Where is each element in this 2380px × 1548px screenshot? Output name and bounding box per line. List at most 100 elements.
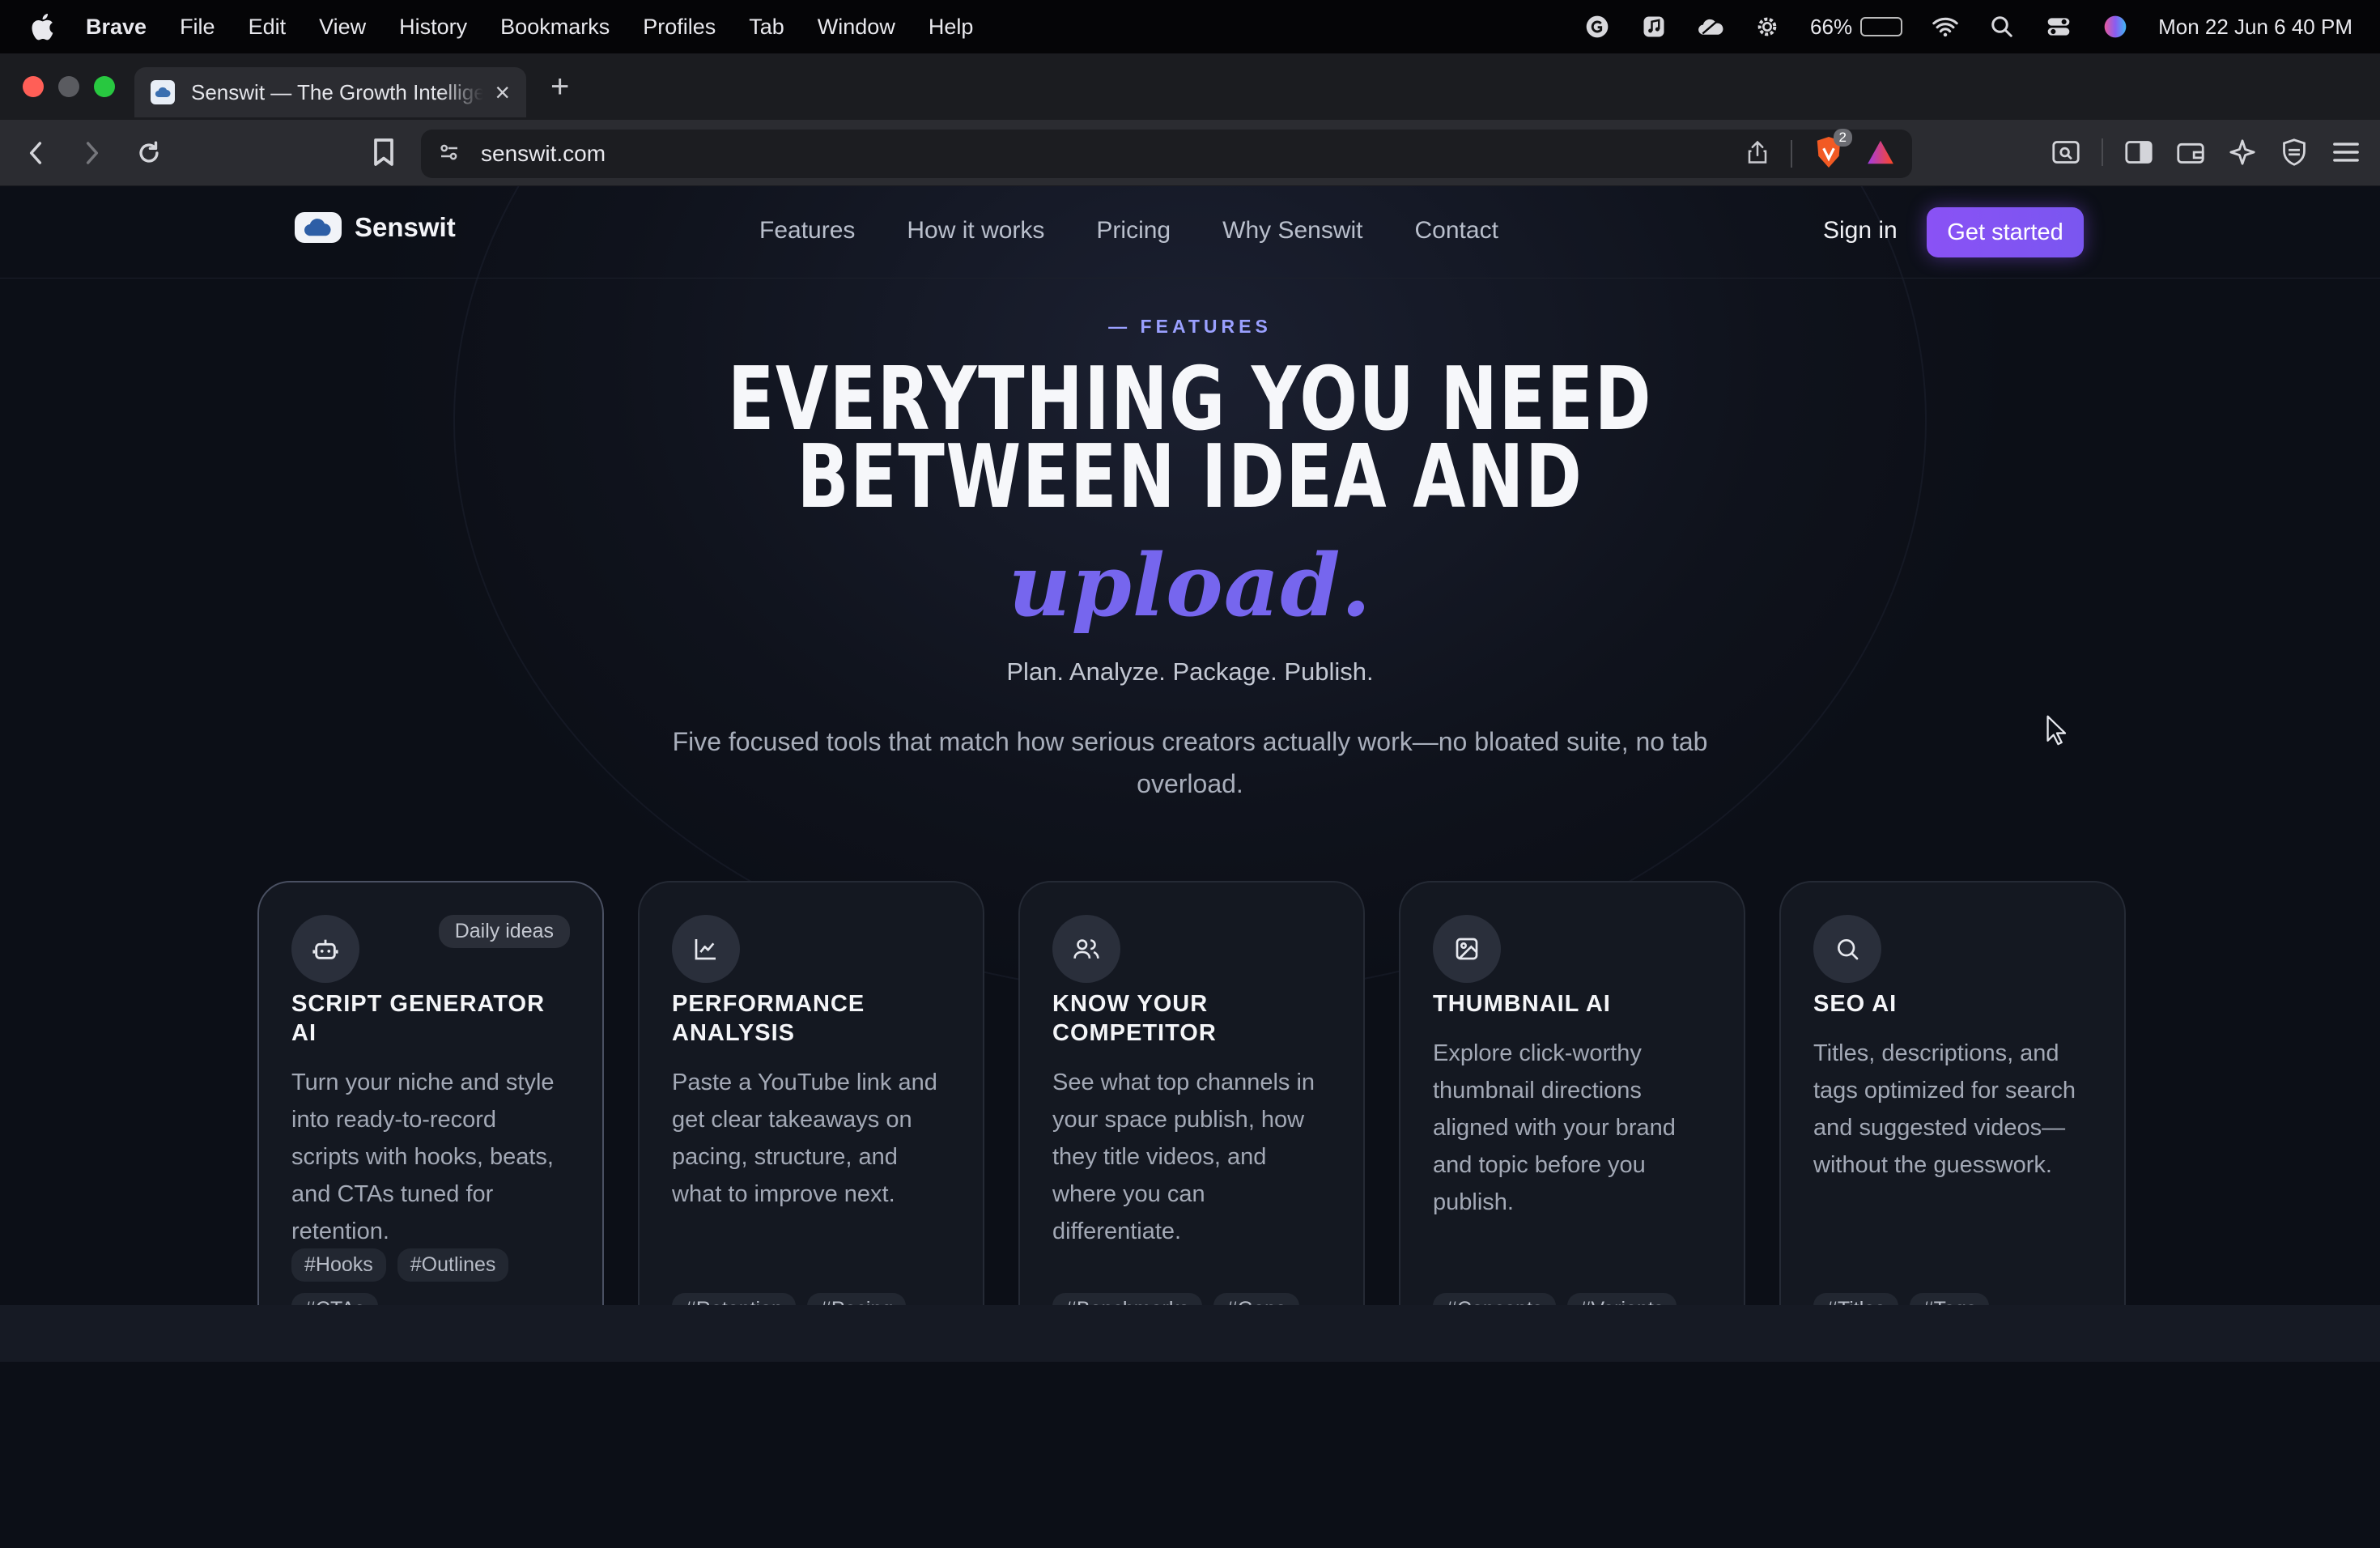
bookmark-icon[interactable] [368,136,400,172]
feature-cards: Daily ideas Script Generator AI Turn you… [257,881,2126,1359]
tag: #Outlines [397,1248,509,1282]
leo-search-icon[interactable] [2050,136,2082,168]
browser-toolbar: senswit.com 2 [0,120,2380,186]
menu-edit[interactable]: Edit [249,15,287,40]
nav-link-contact[interactable]: Contact [1415,217,1498,245]
card-body: Explore click-worthy thumbnail direction… [1433,1040,1676,1215]
menu-help[interactable]: Help [929,15,974,40]
feature-card-thumbnail-ai[interactable]: Thumbnail AI Explore click-worthy thumbn… [1399,881,1745,1359]
robot-icon [291,915,359,983]
mouse-cursor-icon [2046,715,2067,746]
menu-profiles[interactable]: Profiles [643,15,716,40]
shield-count-badge: 2 [1833,128,1852,147]
line-chart-icon [672,915,740,983]
control-center-icon[interactable] [2045,13,2072,40]
sign-in-link[interactable]: Sign in [1823,217,1898,245]
card-body: See what top channels in your space publ… [1052,1070,1315,1244]
navigation-buttons [19,137,165,169]
cloud-icon[interactable] [1697,13,1724,40]
card-title: Performance Analysis [672,991,865,1046]
menu-view[interactable]: View [319,15,366,40]
browser-tab[interactable]: Senswit — The Growth Intelligence × [134,67,526,117]
hero-headline: EVERYTHING YOU NEED BETWEEN IDEA AND [261,356,2118,528]
hero-tagline: Plan. Analyze. Package. Publish. [1006,657,1374,686]
brand-name: Senswit [355,212,456,242]
site-nav-links: Features How it works Pricing Why Senswi… [759,217,1498,245]
macos-menubar: Brave File Edit View History Bookmarks P… [0,0,2380,53]
hamburger-menu-icon[interactable] [2330,136,2362,168]
site-settings-icon[interactable] [437,140,461,168]
address-bar-actions: 2 [1745,128,1896,173]
share-icon[interactable] [1745,138,1770,170]
grammarly-icon[interactable] [1583,13,1611,40]
daily-ideas-badge: Daily ideas [438,915,570,948]
url-text[interactable]: senswit.com [481,141,606,167]
next-section-band [0,1305,2380,1362]
close-window-button[interactable] [23,76,44,97]
browser-tab-strip: Senswit — The Growth Intelligence × + [0,53,2380,120]
new-tab-button[interactable]: + [550,69,569,105]
app-menu: Brave File Edit View History Bookmarks P… [86,15,1006,40]
feature-card-know-your-competitor[interactable]: Know Your Competitor See what top channe… [1018,881,1365,1359]
zoom-window-button[interactable] [94,76,115,97]
vpn-icon[interactable] [2278,136,2310,168]
menu-tab[interactable]: Tab [749,15,784,40]
brand-logo[interactable]: Senswit [295,212,456,243]
battery-percent: 66% [1810,14,1853,39]
forward-arrow-icon[interactable] [76,137,108,169]
divider [1791,140,1792,168]
hero-description: Five focused tools that match how seriou… [672,727,1708,798]
users-icon [1052,915,1120,983]
tab-title: Senswit — The Growth Intelligence [191,79,484,104]
feature-card-performance-analysis[interactable]: Performance Analysis Paste a YouTube lin… [638,881,984,1359]
toolbar-extras [2050,136,2362,168]
get-started-button[interactable]: Get started [1927,207,2084,257]
close-tab-icon[interactable]: × [495,78,510,108]
window-controls [23,76,115,97]
leo-ai-icon[interactable] [2226,136,2259,168]
apple-logo-icon[interactable] [28,11,60,43]
battery-icon [1860,17,1903,36]
music-app-icon[interactable] [1640,13,1668,40]
status-area: 66% Mon 22 Jun 6 40 PM [1583,13,2352,40]
card-body: Titles, descriptions, and tags optimized… [1813,1040,2076,1178]
battery-indicator[interactable]: 66% [1810,14,1903,40]
search-icon [1813,915,1881,983]
nav-link-features[interactable]: Features [759,217,855,245]
reload-icon[interactable] [133,137,165,169]
back-arrow-icon[interactable] [19,137,52,169]
site-navbar: Senswit Features How it works Pricing Wh… [0,186,2380,279]
feature-card-seo-ai[interactable]: SEO AI Titles, descriptions, and tags op… [1779,881,2126,1359]
image-icon [1433,915,1501,983]
nav-link-how-it-works[interactable]: How it works [907,217,1044,245]
menu-history[interactable]: History [399,15,467,40]
address-bar[interactable]: senswit.com 2 [421,128,1912,178]
headline-line-2: BETWEEN IDEA AND [797,427,1583,528]
spotlight-search-icon[interactable] [1988,13,2016,40]
clock[interactable]: Mon 22 Jun 6 40 PM [2158,15,2352,40]
card-body: Paste a YouTube link and get clear takea… [672,1070,937,1207]
gear-icon[interactable] [1753,13,1781,40]
section-eyebrow: — FEATURES [1108,316,1272,337]
card-body: Turn your niche and style into ready-to-… [291,1070,555,1244]
menu-window[interactable]: Window [818,15,895,40]
menu-bookmarks[interactable]: Bookmarks [500,15,610,40]
brave-shields-icon[interactable]: 2 [1813,128,1852,173]
menu-file[interactable]: File [180,15,215,40]
cloud-logo-icon [295,212,342,243]
card-title: Know Your Competitor [1052,991,1217,1046]
nav-link-pricing[interactable]: Pricing [1096,217,1171,245]
menu-app-name[interactable]: Brave [86,15,147,40]
card-title: Script Generator AI [291,991,546,1046]
wallet-icon[interactable] [2174,136,2207,168]
feature-card-script-generator[interactable]: Daily ideas Script Generator AI Turn you… [257,881,604,1359]
headline-accent: upload. [1008,534,1372,636]
web-page: Senswit Features How it works Pricing Wh… [0,186,2380,1491]
wifi-icon[interactable] [1932,13,1959,40]
siri-icon[interactable] [2102,13,2129,40]
sidebar-toggle-icon[interactable] [2123,136,2155,168]
site-favicon-icon [151,80,175,104]
nav-link-why-senswit[interactable]: Why Senswit [1222,217,1362,245]
brave-rewards-icon[interactable] [1865,138,1896,171]
minimize-window-button[interactable] [58,76,79,97]
